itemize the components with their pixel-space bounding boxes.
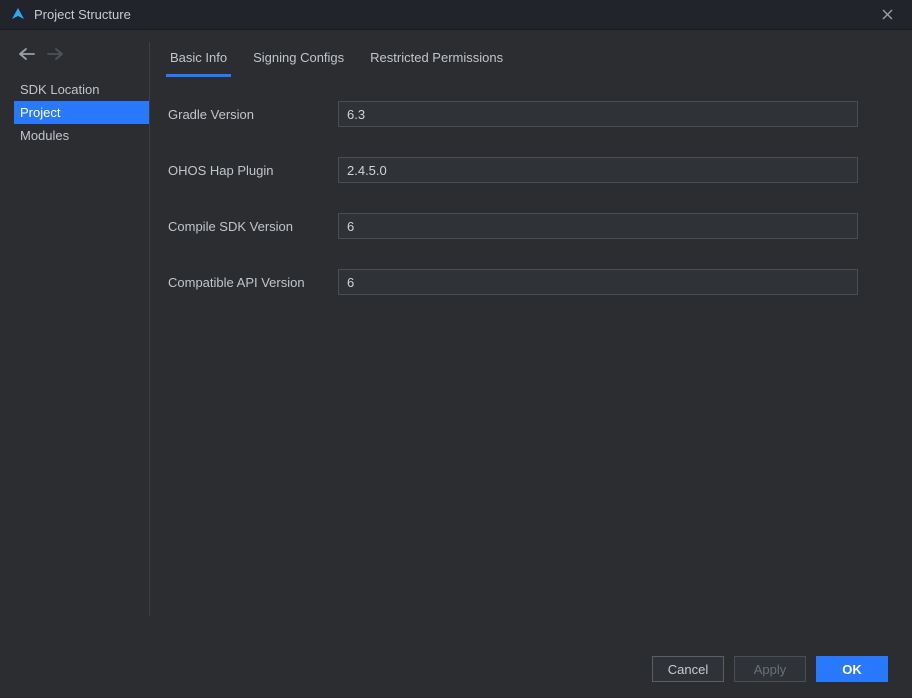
- button-bar: Cancel Apply OK: [0, 648, 912, 698]
- label-gradle-version: Gradle Version: [168, 107, 338, 122]
- titlebar: Project Structure: [0, 0, 912, 30]
- close-icon[interactable]: [872, 0, 902, 30]
- forward-arrow-icon: [46, 46, 64, 64]
- cancel-button[interactable]: Cancel: [652, 656, 724, 682]
- back-arrow-icon[interactable]: [18, 46, 36, 64]
- sidebar-item-modules[interactable]: Modules: [14, 124, 150, 147]
- window-title: Project Structure: [34, 7, 872, 22]
- sidebar-divider: [149, 42, 150, 616]
- main-pane: Basic Info Signing Configs Restricted Pe…: [150, 30, 912, 648]
- input-compatible-api-version[interactable]: [338, 269, 858, 295]
- nav-history: [14, 40, 150, 78]
- label-ohos-hap-plugin: OHOS Hap Plugin: [168, 163, 338, 178]
- sidebar-item-sdk-location[interactable]: SDK Location: [14, 78, 150, 101]
- sidebar: SDK Location Project Modules: [0, 30, 150, 648]
- label-compile-sdk-version: Compile SDK Version: [168, 219, 338, 234]
- input-ohos-hap-plugin[interactable]: [338, 157, 858, 183]
- form-area: Gradle Version OHOS Hap Plugin Compile S…: [168, 75, 894, 295]
- dialog-body: SDK Location Project Modules Basic Info …: [0, 30, 912, 648]
- input-gradle-version[interactable]: [338, 101, 858, 127]
- label-compatible-api-version: Compatible API Version: [168, 275, 338, 290]
- ok-button[interactable]: OK: [816, 656, 888, 682]
- row-gradle-version: Gradle Version: [168, 101, 894, 127]
- input-compile-sdk-version[interactable]: [338, 213, 858, 239]
- app-logo-icon: [10, 7, 26, 23]
- row-compile-sdk-version: Compile SDK Version: [168, 213, 894, 239]
- row-ohos-hap-plugin: OHOS Hap Plugin: [168, 157, 894, 183]
- tab-signing-configs[interactable]: Signing Configs: [251, 44, 346, 75]
- apply-button: Apply: [734, 656, 806, 682]
- tab-bar: Basic Info Signing Configs Restricted Pe…: [168, 30, 894, 75]
- sidebar-item-project[interactable]: Project: [14, 101, 150, 124]
- tab-basic-info[interactable]: Basic Info: [168, 44, 229, 75]
- row-compatible-api-version: Compatible API Version: [168, 269, 894, 295]
- tab-restricted-permissions[interactable]: Restricted Permissions: [368, 44, 505, 75]
